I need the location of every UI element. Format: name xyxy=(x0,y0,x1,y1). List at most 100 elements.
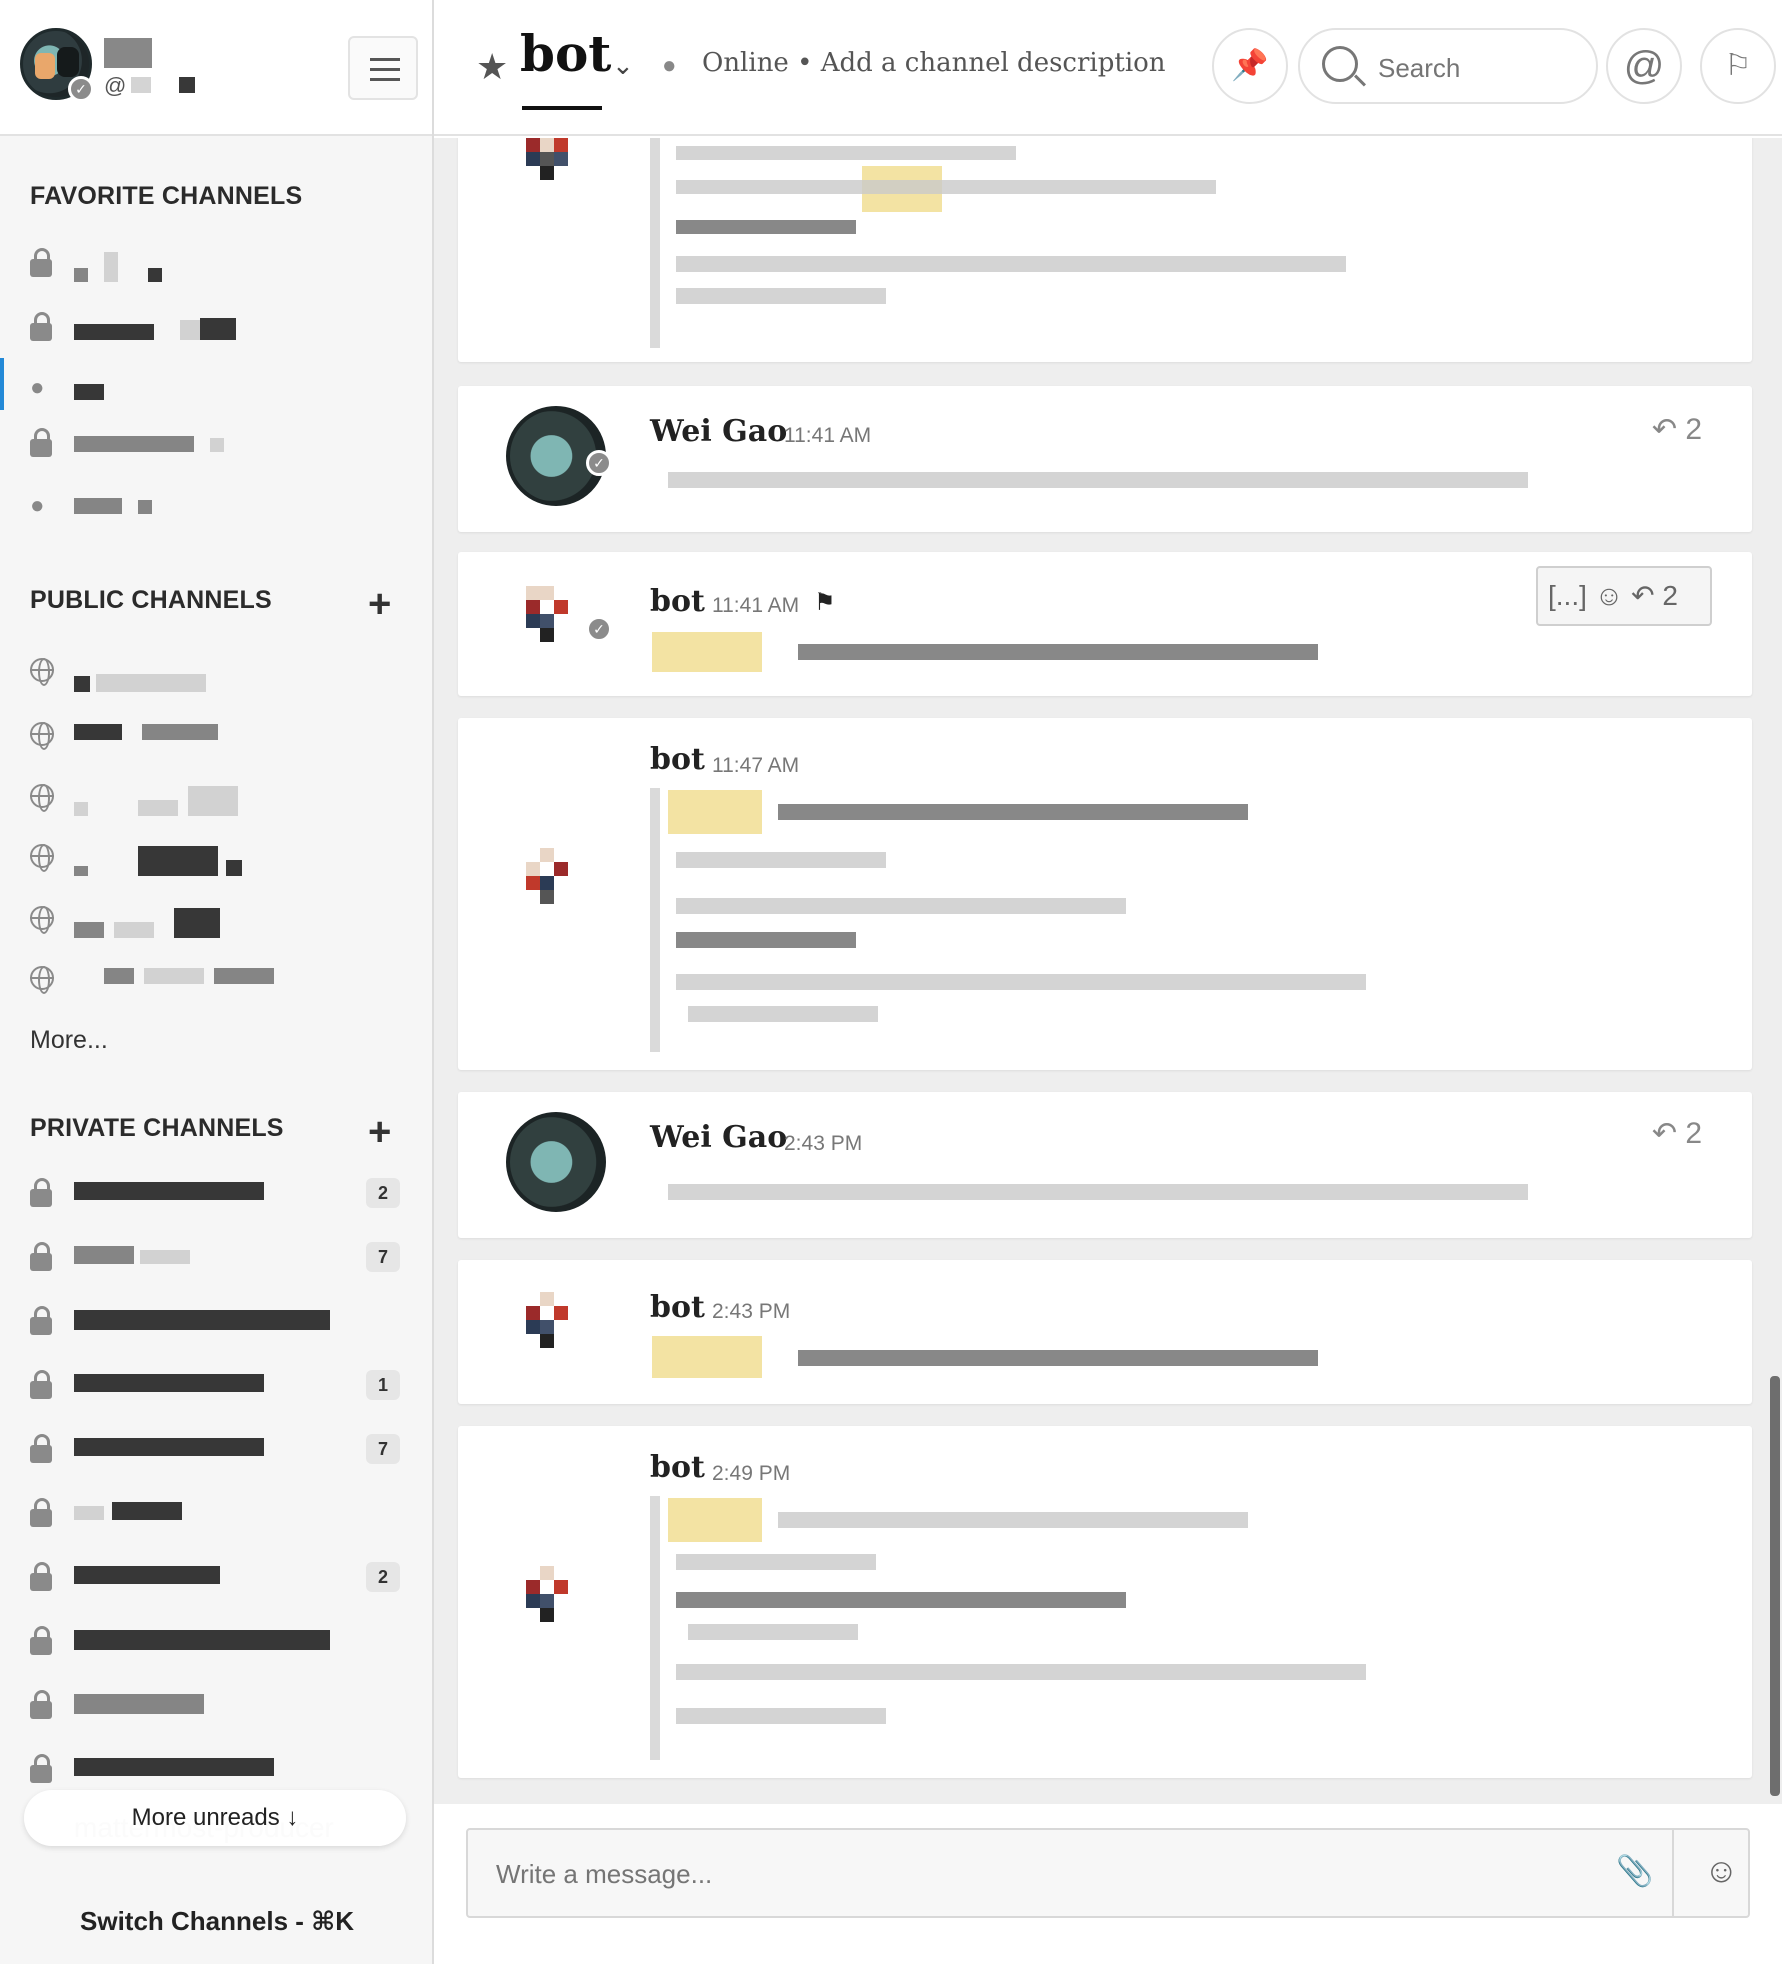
bot-avatar xyxy=(506,138,596,228)
unread-badge: 7 xyxy=(366,1434,400,1464)
post-timestamp[interactable]: 11:47 AM xyxy=(712,754,799,778)
sidebar-item-public-6[interactable] xyxy=(0,956,432,1008)
search-box[interactable] xyxy=(1298,28,1598,104)
post-timestamp[interactable]: 2:43 PM xyxy=(784,1132,862,1156)
highlight xyxy=(668,790,762,834)
post-timestamp[interactable]: 11:41 AM xyxy=(784,424,871,448)
user-name-block[interactable]: @ xyxy=(104,38,196,99)
mentions-button[interactable]: @ xyxy=(1606,28,1682,104)
user-avatar[interactable] xyxy=(506,1112,606,1212)
lock-icon xyxy=(30,1626,58,1656)
sidebar-item-private-2[interactable]: 7 xyxy=(0,1234,432,1286)
highlight xyxy=(652,632,762,672)
paperclip-icon[interactable]: 📎 xyxy=(1616,1854,1653,1889)
search-input[interactable] xyxy=(1378,48,1578,88)
bot-avatar xyxy=(506,1556,596,1656)
sidebar-item-private-5[interactable]: 7 xyxy=(0,1426,432,1478)
sidebar-item-public-1[interactable] xyxy=(0,648,432,700)
pinned-posts-button[interactable]: 📌 xyxy=(1212,28,1288,104)
globe-icon xyxy=(30,658,58,686)
sidebar-item-private-3[interactable] xyxy=(0,1298,432,1350)
sidebar-item-favorite-4[interactable] xyxy=(0,420,432,472)
message-input[interactable] xyxy=(496,1854,1556,1894)
message-composer: 📎 ☺ xyxy=(434,1804,1782,1964)
channel-status-description[interactable]: Online • Add a channel description xyxy=(702,48,1166,78)
post[interactable]: bot 2:43 PM xyxy=(458,1260,1752,1404)
status-online-icon: ✓ xyxy=(586,450,612,476)
post[interactable]: Wei Gao 2:43 PM ↶ 2 xyxy=(458,1092,1752,1238)
sidebar-item-public-2[interactable] xyxy=(0,712,432,764)
sidebar-item-favorite-2[interactable] xyxy=(0,304,432,356)
reply-icon: ↶ xyxy=(1651,413,1677,446)
post-timestamp[interactable]: 2:49 PM xyxy=(712,1462,790,1486)
post-author[interactable]: bot xyxy=(650,1450,705,1485)
more-channels-link[interactable]: More... xyxy=(30,1026,108,1055)
emoji-picker-icon[interactable]: ☺ xyxy=(1704,1852,1739,1891)
post-author[interactable]: bot xyxy=(650,742,705,777)
star-icon[interactable]: ★ xyxy=(476,46,508,88)
bot-avatar xyxy=(506,576,596,676)
unread-badge: 7 xyxy=(366,1242,400,1272)
bot-avatar xyxy=(506,838,596,938)
sidebar-item-favorite-dm[interactable]: ● xyxy=(0,364,432,416)
reply-icon: ↶ xyxy=(1651,1117,1677,1150)
unread-badge: 1 xyxy=(366,1370,400,1400)
sidebar-item-favorite-5[interactable]: ● xyxy=(0,482,432,534)
flagged-posts-button[interactable]: ⚐ xyxy=(1700,28,1776,104)
globe-icon xyxy=(30,966,58,994)
post-author[interactable]: bot xyxy=(650,584,705,619)
more-actions-button[interactable]: [...] xyxy=(1548,580,1587,611)
unread-badge: 2 xyxy=(366,1562,400,1592)
lock-icon xyxy=(30,1178,58,1208)
online-status-icon: ● xyxy=(662,52,677,79)
channel-title[interactable]: bot xyxy=(520,24,611,83)
search-icon xyxy=(1322,46,1358,82)
post-list[interactable]: ✓ Wei Gao 11:41 AM ↶ 2 ✓ bot 11:41 AM ⚑ … xyxy=(434,138,1782,1804)
emoji-reaction-icon[interactable]: ☺ xyxy=(1595,580,1624,611)
post-author[interactable]: Wei Gao xyxy=(650,1120,787,1155)
lock-icon xyxy=(30,248,58,278)
sidebar: ✓ @ FAVORITE CHANNELS ● ● PUBLIC CHANNEL… xyxy=(0,0,434,1964)
sidebar-item-public-4[interactable] xyxy=(0,834,432,886)
main-menu-button[interactable] xyxy=(348,36,418,100)
sidebar-item-private-8[interactable] xyxy=(0,1618,432,1670)
pin-icon: 📌 xyxy=(1231,49,1269,82)
post[interactable]: ✓ Wei Gao 11:41 AM ↶ 2 xyxy=(458,386,1752,532)
sidebar-item-private-6[interactable] xyxy=(0,1490,432,1542)
sidebar-item-favorite-1[interactable] xyxy=(0,240,432,292)
sidebar-item-private-9[interactable] xyxy=(0,1682,432,1734)
quote-bar xyxy=(650,1496,660,1760)
composer-divider xyxy=(1672,1830,1674,1916)
bot-avatar xyxy=(506,1282,596,1382)
flag-icon[interactable]: ⚑ xyxy=(814,588,836,617)
post-timestamp[interactable]: 2:43 PM xyxy=(712,1300,790,1324)
status-online-icon: ✓ xyxy=(586,616,612,642)
sidebar-item-private-1[interactable]: 2 xyxy=(0,1170,432,1222)
post[interactable]: ✓ bot 11:41 AM ⚑ [...] ☺ ↶ 2 xyxy=(458,552,1752,696)
switch-channels-link[interactable]: Switch Channels - ⌘K xyxy=(80,1906,354,1937)
add-private-channel-button[interactable]: + xyxy=(368,1112,391,1152)
reply-count[interactable]: ↶ 2 xyxy=(1652,1116,1702,1151)
message-box[interactable]: 📎 ☺ xyxy=(466,1828,1750,1918)
sidebar-item-public-5[interactable] xyxy=(0,896,432,948)
post-hover-menu[interactable]: [...] ☺ ↶ 2 xyxy=(1536,566,1712,626)
add-public-channel-button[interactable]: + xyxy=(368,584,391,624)
post-list-scrollbar[interactable] xyxy=(1770,1376,1780,1796)
sidebar-item-private-4[interactable]: 1 xyxy=(0,1362,432,1414)
post[interactable]: bot 2:49 PM xyxy=(458,1426,1752,1778)
chevron-down-icon[interactable]: ⌄ xyxy=(612,50,634,81)
unread-badge: 2 xyxy=(366,1178,400,1208)
post[interactable] xyxy=(458,138,1752,362)
sidebar-item-private-7[interactable]: 2 xyxy=(0,1554,432,1606)
post[interactable]: bot 11:47 AM xyxy=(458,718,1752,1070)
globe-icon xyxy=(30,906,58,934)
post-author[interactable]: bot xyxy=(650,1290,705,1325)
post-timestamp[interactable]: 11:41 AM xyxy=(712,594,799,618)
more-unreads-button[interactable]: More unreads ↓ xyxy=(24,1790,406,1846)
post-author[interactable]: Wei Gao xyxy=(650,414,787,449)
sidebar-item-public-3[interactable] xyxy=(0,774,432,826)
quote-bar xyxy=(650,138,660,348)
reply-count[interactable]: ↶ 2 xyxy=(1652,412,1702,447)
reply-icon[interactable]: ↶ xyxy=(1631,580,1654,611)
highlight xyxy=(652,1336,762,1378)
